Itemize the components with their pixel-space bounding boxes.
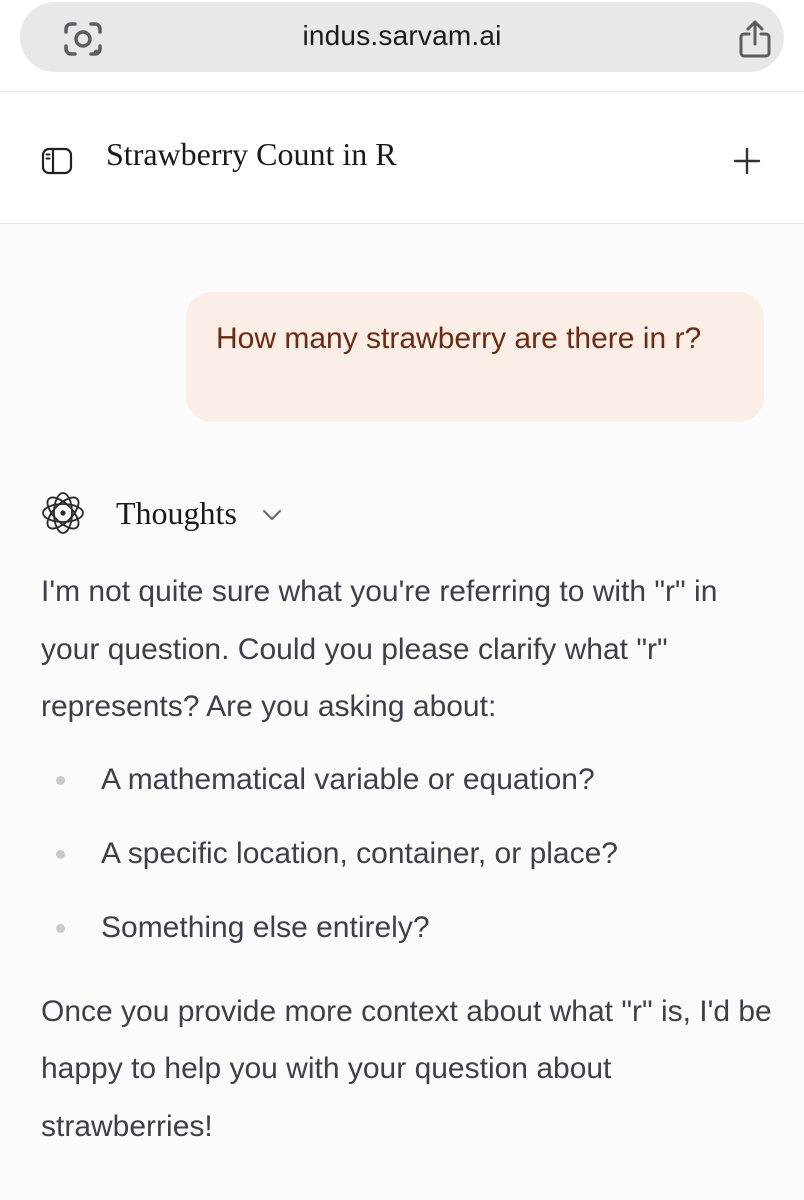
address-bar[interactable]: indus.sarvam.ai bbox=[20, 2, 784, 72]
list-item: A specific location, container, or place… bbox=[41, 835, 781, 872]
chat-title: Strawberry Count in R bbox=[106, 136, 397, 172]
response-closing: Once you provide more context about what… bbox=[41, 994, 772, 1143]
response-intro: I'm not quite sure what you're referring… bbox=[41, 575, 718, 723]
url-text[interactable]: indus.sarvam.ai bbox=[20, 20, 784, 52]
share-icon[interactable] bbox=[730, 14, 780, 64]
user-message-text: How many strawberry are there in r? bbox=[216, 322, 702, 355]
bullet-marker bbox=[56, 775, 65, 785]
orbit-icon bbox=[40, 490, 86, 536]
list-item: Something else entirely? bbox=[41, 909, 781, 946]
chevron-down-icon[interactable] bbox=[259, 502, 285, 528]
thoughts-label: Thoughts bbox=[116, 494, 237, 531]
user-message-bubble: How many strawberry are there in r? bbox=[186, 292, 764, 422]
assistant-response: I'm not quite sure what you're referring… bbox=[41, 563, 781, 1155]
browser-toolbar: indus.sarvam.ai bbox=[0, 0, 804, 92]
response-option-list: A mathematical variable or equation? A s… bbox=[41, 761, 781, 946]
bullet-marker bbox=[56, 923, 65, 933]
conversation-area: How many strawberry are there in r? Thou… bbox=[0, 224, 804, 1200]
bullet-marker bbox=[56, 849, 65, 859]
thoughts-toggle[interactable]: Thoughts bbox=[40, 488, 285, 538]
chat-header: Strawberry Count in R bbox=[0, 96, 804, 224]
list-item-text: Something else entirely? bbox=[101, 910, 430, 944]
sidebar-toggle-icon[interactable] bbox=[36, 140, 78, 182]
list-item-text: A mathematical variable or equation? bbox=[101, 762, 595, 796]
plus-icon[interactable] bbox=[724, 138, 770, 184]
list-item-text: A specific location, container, or place… bbox=[101, 836, 618, 870]
list-item: A mathematical variable or equation? bbox=[41, 761, 781, 798]
